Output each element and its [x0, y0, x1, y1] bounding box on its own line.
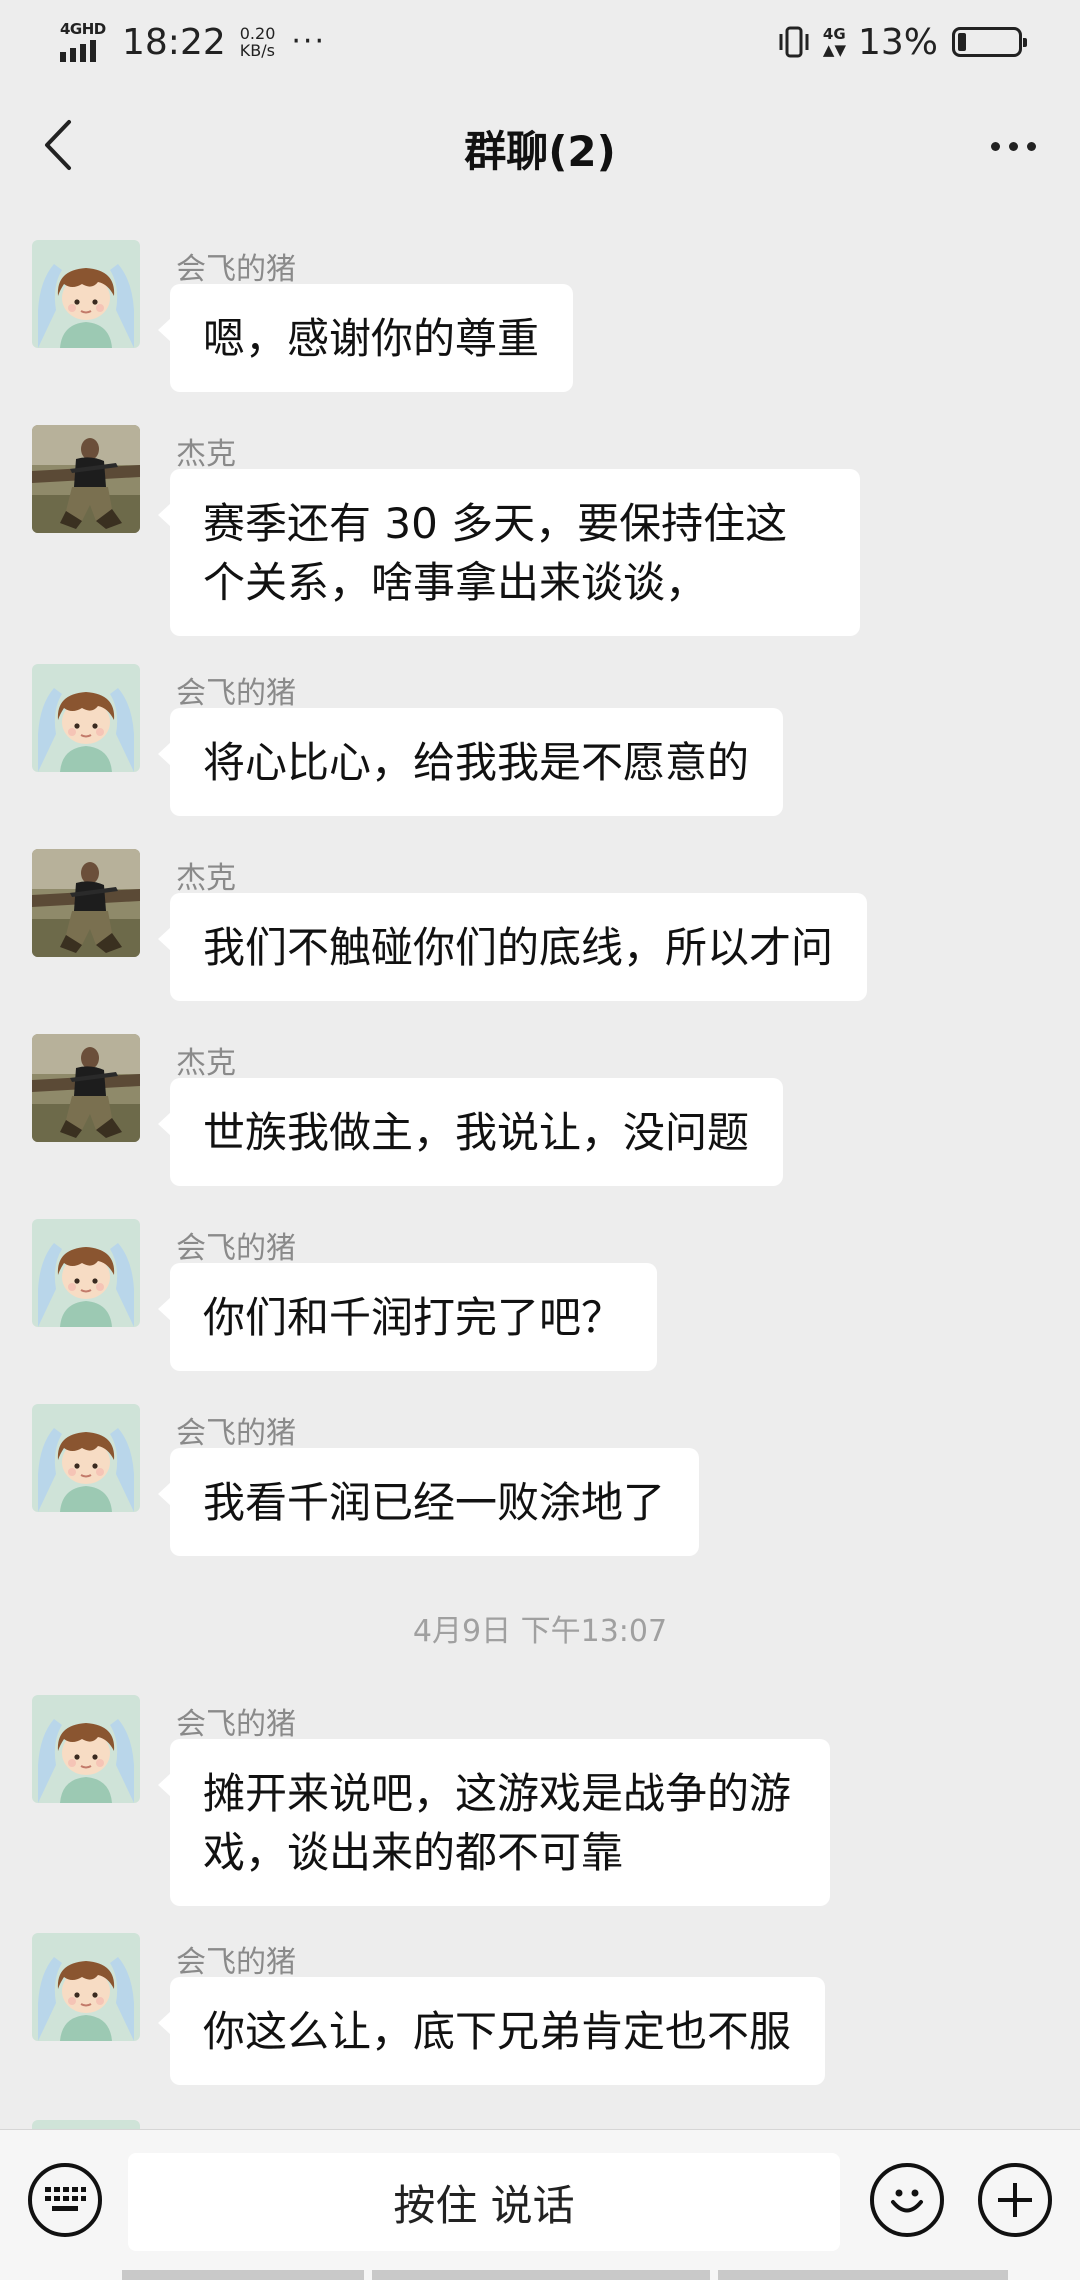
chat-screen: 4GHD 18:22 0.20 KB/s ··· 4G ▲▼ 13% 群聊(2)… [0, 0, 1080, 2280]
more-dot-icon [1026, 141, 1036, 151]
input-bar: 按住 说话 [0, 2129, 1080, 2280]
avatar[interactable] [32, 1404, 140, 1512]
avatar[interactable] [32, 1219, 140, 1327]
message-list[interactable]: 会飞的猪 嗯，感谢你的尊重 杰克 赛季还有 30 多天，要保持住这个关系，啥事拿… [0, 214, 1080, 2129]
battery-level [958, 33, 966, 51]
keyboard-toggle-button[interactable] [28, 2163, 102, 2237]
message-bubble[interactable]: 你这么让，底下兄弟肯定也不服 [157, 1977, 826, 2085]
battery-percent: 13% [857, 21, 938, 63]
sender-name: 会飞的猪 [176, 252, 296, 287]
cartoon-avatar-image [32, 1933, 140, 2041]
network-speed: 0.20 KB/s [240, 25, 276, 59]
sender-name: 会飞的猪 [176, 1945, 296, 1980]
mobile-data-icon: 4G ▲▼ [822, 25, 846, 59]
more-actions-button[interactable] [978, 2163, 1052, 2237]
message-bubble[interactable]: 我看千润已经一败涂地了 [157, 1448, 700, 1556]
cartoon-avatar-image [32, 1404, 140, 1512]
status-bar: 4GHD 18:22 0.20 KB/s ··· 4G ▲▼ 13% [0, 0, 1080, 84]
more-dot-icon [990, 141, 1000, 151]
sender-name: 会飞的猪 [176, 1416, 296, 1451]
message-bubble[interactable]: 摊开来说吧，这游戏是战争的游戏，谈出来的都不可靠 [158, 1739, 830, 1906]
avatar[interactable] [32, 1034, 140, 1142]
message-bubble[interactable]: 我们不触碰你们的底线，所以才问 [157, 893, 868, 1001]
message-bubble[interactable]: 嗯，感谢你的尊重 [157, 284, 574, 392]
photo-avatar-image [32, 1034, 140, 1142]
sender-name: 杰克 [176, 1046, 236, 1081]
clock: 18:22 [122, 21, 226, 63]
message-bubble[interactable]: 赛季还有 30 多天，要保持住这个关系，啥事拿出来谈谈， [158, 469, 860, 636]
network-speed-unit: KB/s [239, 41, 275, 60]
hold-to-talk-button[interactable]: 按住 说话 [128, 2153, 840, 2251]
avatar[interactable] [32, 2120, 140, 2129]
sender-name: 会飞的猪 [176, 676, 296, 711]
signal-icon: 4GHD [60, 20, 108, 64]
emoji-button[interactable] [870, 2163, 944, 2237]
chat-title: 群聊(2) [464, 127, 616, 176]
message-bubble[interactable]: 你们和千润打完了吧？ [157, 1263, 658, 1371]
mobile-data-label: 4G [822, 25, 846, 43]
plus-icon [998, 2183, 1032, 2217]
network-speed-value: 0.20 [239, 24, 276, 43]
avatar[interactable] [32, 1695, 140, 1803]
avatar[interactable] [32, 425, 140, 533]
avatar[interactable] [32, 240, 140, 348]
more-dot-icon [1008, 141, 1018, 151]
message-bubble[interactable]: 世族我做主，我说让，没问题 [157, 1078, 784, 1186]
emoji-icon [891, 2189, 923, 2213]
sender-name: 杰克 [176, 861, 236, 896]
network-type-label: 4GHD [60, 20, 106, 38]
timestamp-divider: 4月9日 下午13:07 [412, 1614, 668, 1649]
cartoon-avatar-image [32, 664, 140, 772]
avatar[interactable] [32, 849, 140, 957]
cartoon-avatar-image [32, 1219, 140, 1327]
chat-header: 群聊(2) [0, 84, 1080, 214]
photo-avatar-image [32, 425, 140, 533]
sender-name: 会飞的猪 [176, 1231, 296, 1266]
keyboard-icon [45, 2187, 86, 2211]
sender-name: 杰克 [176, 437, 236, 472]
cartoon-avatar-image [32, 240, 140, 348]
navigation-gesture-bar [0, 2270, 1080, 2280]
vibrate-icon [779, 26, 809, 58]
status-overflow-icon: ··· [291, 24, 326, 59]
more-options-button[interactable] [978, 116, 1048, 176]
photo-avatar-image [32, 849, 140, 957]
avatar[interactable] [32, 1933, 140, 2041]
message-bubble[interactable]: 将心比心，给我我是不愿意的 [157, 708, 784, 816]
sender-name: 会飞的猪 [176, 1707, 296, 1742]
cartoon-avatar-image [32, 1695, 140, 1803]
avatar[interactable] [32, 664, 140, 772]
battery-icon [952, 27, 1027, 57]
cartoon-avatar-image [32, 2120, 140, 2129]
